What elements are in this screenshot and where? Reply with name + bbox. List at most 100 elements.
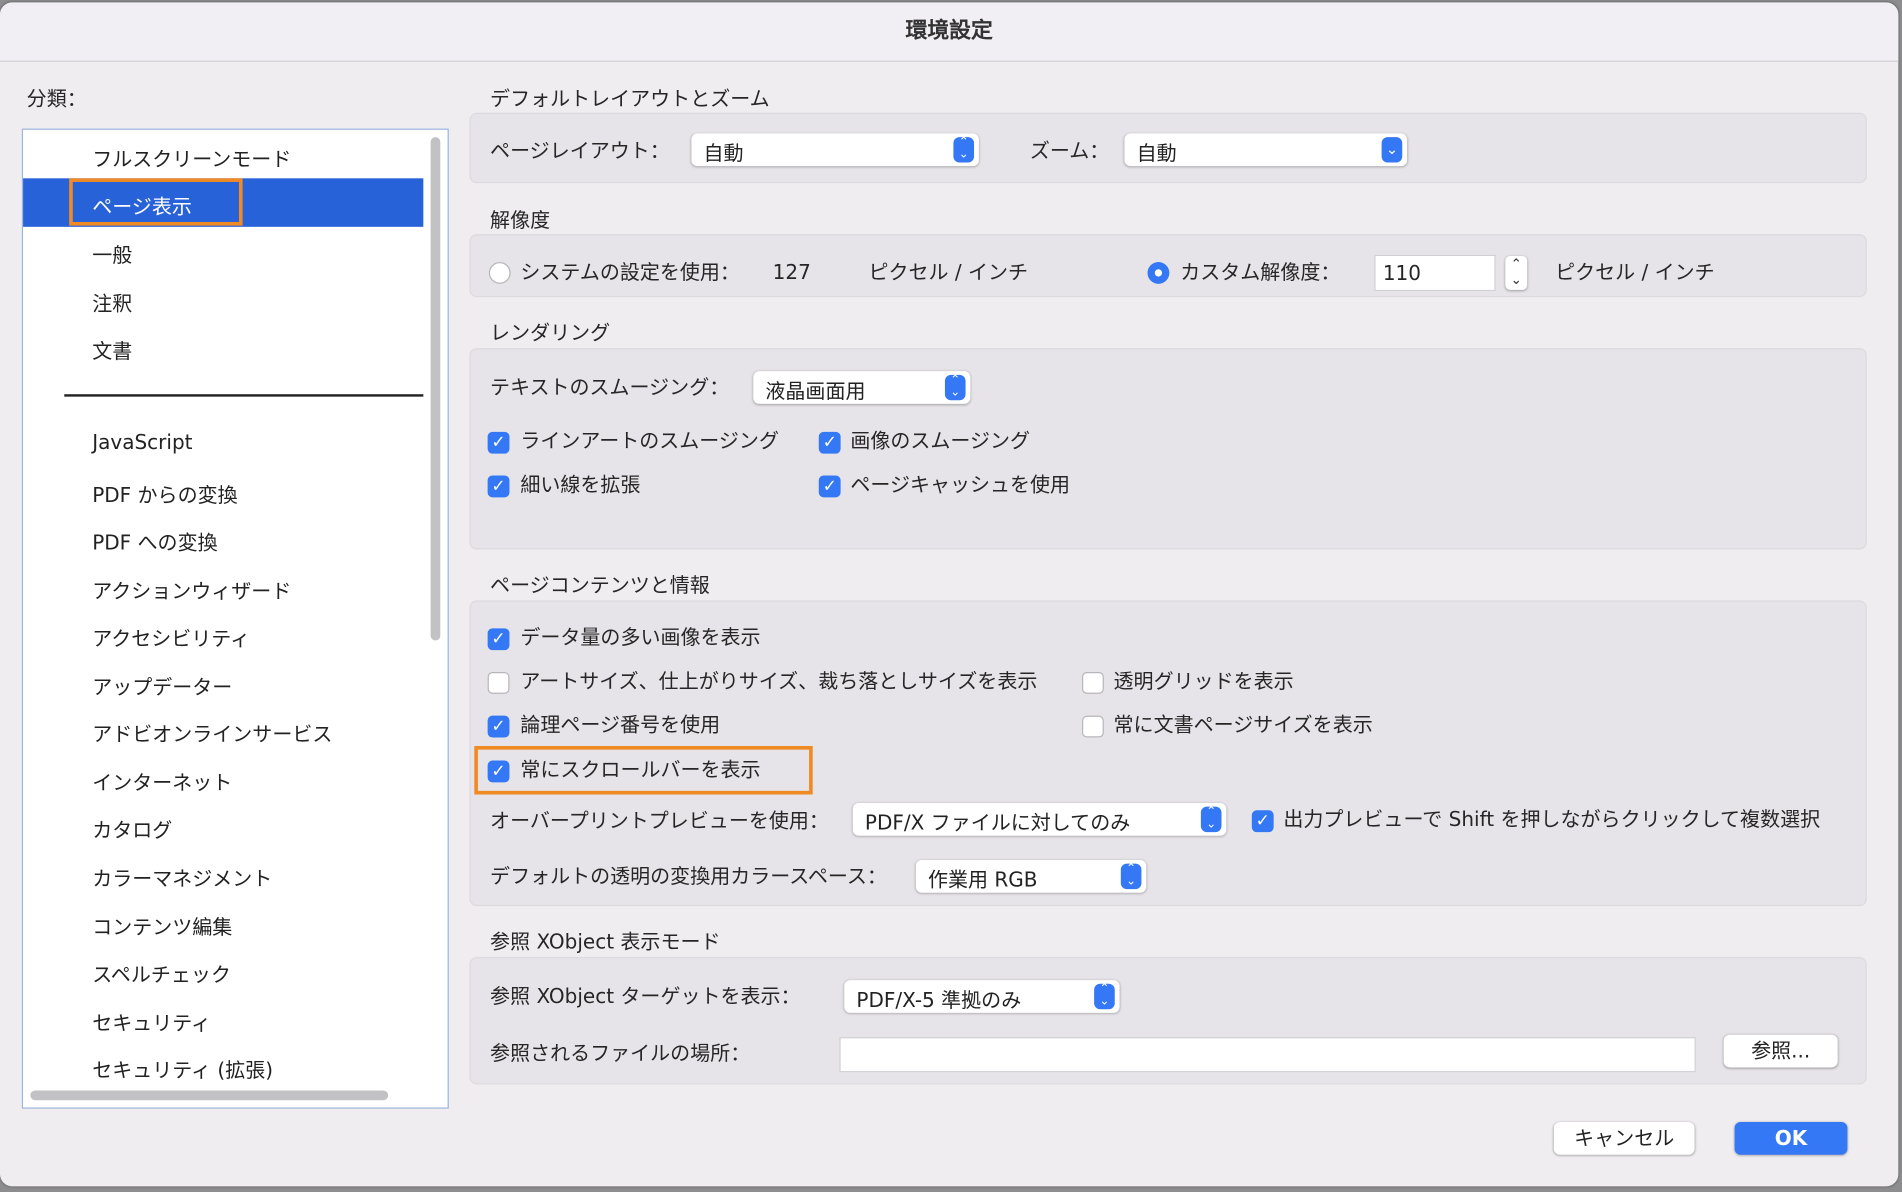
overprint-label: オーバープリントプレビューを使用： (490, 809, 829, 833)
xobject-target-select[interactable]: PDF/X-5 準拠のみ ⌃ ⌄ (844, 980, 1120, 1013)
select-value: 自動 (703, 141, 744, 165)
sidebar-item[interactable]: JavaScript (23, 418, 423, 467)
unit-label: ピクセル / インチ (868, 260, 1029, 284)
page-layout-select[interactable]: 自動 ⌃ ⌄ (691, 133, 979, 167)
text-smoothing-label: テキストのスムージング： (490, 376, 730, 400)
checkbox-label: 細い線を拡張 (520, 473, 641, 497)
file-location-label: 参照されるファイルの場所： (490, 1041, 751, 1066)
item-label: カラーマネジメント (92, 867, 273, 891)
category-list[interactable]: フルスクリーンモード ページ表示 一般 注釈 文書 JavaScript PDF… (21, 128, 449, 1109)
item-label: インターネット (92, 771, 233, 795)
ok-button[interactable]: OK (1734, 1122, 1848, 1155)
custom-resolution-label: カスタム解像度： (1180, 260, 1341, 284)
item-label: スペルチェック (92, 963, 231, 987)
image-smoothing-checkbox[interactable]: ✓ (818, 431, 841, 454)
sidebar-item[interactable]: コンテンツ編集 (23, 899, 423, 948)
cancel-button[interactable]: キャンセル (1553, 1122, 1695, 1155)
art-trim-bleed-checkbox[interactable] (487, 672, 510, 694)
item-label: アップデーター (92, 675, 233, 699)
section-heading-layout: デフォルトレイアウトとズーム (490, 87, 770, 111)
sidebar-item-general[interactable]: 一般 (23, 227, 423, 276)
item-label: PDF からの変換 (92, 483, 238, 508)
chevron-down-icon: ⌄ (1381, 137, 1403, 163)
shift-click-checkbox[interactable]: ✓ (1251, 810, 1274, 833)
lineart-smoothing-checkbox[interactable]: ✓ (487, 431, 510, 454)
select-value: PDF/X ファイルに対してのみ (864, 811, 1131, 835)
select-value: PDF/X-5 準拠のみ (856, 988, 1022, 1012)
zoom-select[interactable]: 自動 ⌄ (1124, 133, 1408, 167)
preferences-dialog: 環境設定 分類： フルスクリーンモード ページ表示 一般 注釈 文書 JavaS… (0, 2, 1899, 1187)
document-page-size-checkbox[interactable] (1081, 715, 1104, 738)
colorspace-select[interactable]: 作業用 RGB ⌃ ⌄ (915, 860, 1147, 893)
text-smoothing-select[interactable]: 液晶画面用 ⌃ ⌄ (753, 371, 971, 404)
sidebar-item[interactable]: アドビオンラインサービス (23, 706, 423, 755)
input-value: 110 (1382, 262, 1422, 286)
section-heading-rendering: レンダリング (490, 321, 611, 345)
sidebar-item-documents[interactable]: 文書 (23, 323, 423, 372)
item-label: JavaScript (92, 430, 193, 454)
highlight-box (69, 178, 243, 226)
sidebar-item[interactable]: アクションウィザード (23, 563, 423, 612)
sidebar-item[interactable]: PDF への変換 (23, 514, 423, 563)
item-label: 文書 (92, 339, 133, 363)
system-resolution-radio[interactable] (488, 262, 511, 284)
colorspace-label: デフォルトの透明の変換用カラースペース： (490, 864, 887, 888)
checkbox-label: 透明グリッドを表示 (1113, 669, 1294, 693)
item-label: フルスクリーンモード (92, 147, 292, 172)
checkbox-label: 常に文書ページサイズを表示 (1113, 713, 1373, 737)
checkbox-label: アートサイズ、仕上がりサイズ、裁ち落としサイズを表示 (520, 669, 1038, 693)
page-cache-checkbox[interactable]: ✓ (818, 475, 841, 498)
sidebar-item[interactable]: セキュリティ (23, 995, 423, 1044)
item-label: 一般 (92, 243, 133, 267)
item-label: コンテンツ編集 (92, 915, 233, 939)
item-label: カタログ (92, 818, 173, 842)
sidebar-item-fullscreen[interactable]: フルスクリーンモード (23, 131, 423, 180)
overprint-select[interactable]: PDF/X ファイルに対してのみ ⌃ ⌄ (852, 803, 1227, 836)
sidebar-item[interactable]: セキュリティ (拡張) (23, 1042, 423, 1091)
category-label: 分類： (26, 87, 87, 111)
sidebar-item-comments[interactable]: 注釈 (23, 275, 423, 324)
resolution-stepper[interactable]: ⌃ ⌄ (1505, 255, 1528, 290)
sidebar-item[interactable]: アップデーター (23, 659, 423, 708)
divider (64, 394, 424, 397)
item-label: アクションウィザード (92, 579, 292, 603)
sidebar-item[interactable]: カラーマネジメント (23, 850, 423, 899)
select-value: 液晶画面用 (765, 379, 866, 403)
sidebar-item[interactable]: インターネット (23, 754, 423, 803)
file-location-input[interactable] (839, 1037, 1696, 1073)
system-resolution-label: システムの設定を使用： (520, 260, 740, 284)
enhance-thin-lines-checkbox[interactable]: ✓ (487, 475, 510, 498)
logical-page-numbers-checkbox[interactable]: ✓ (487, 715, 510, 738)
select-value: 自動 (1136, 141, 1177, 165)
checkbox-label: 画像のスムージング (850, 429, 1031, 453)
transparency-grid-checkbox[interactable] (1081, 672, 1104, 694)
vertical-scrollbar[interactable] (430, 137, 441, 641)
window-title: 環境設定 (905, 18, 993, 44)
checkbox-label: ラインアートのスムージング (520, 429, 779, 453)
sidebar-item[interactable]: スペルチェック (23, 946, 423, 995)
browse-button[interactable]: 参照... (1723, 1034, 1838, 1068)
section-heading-resolution: 解像度 (490, 208, 551, 232)
system-resolution-value: 127 (772, 260, 811, 284)
xobject-target-label: 参照 XObject ターゲットを表示： (490, 984, 801, 1009)
item-label: セキュリティ (拡張) (92, 1058, 274, 1082)
sidebar-item[interactable]: PDF からの変換 (23, 467, 423, 516)
custom-resolution-input[interactable]: 110 (1374, 254, 1496, 292)
sidebar-item[interactable]: カタログ (23, 802, 423, 851)
item-label: 注釈 (92, 292, 133, 316)
item-label: アクセシビリティ (92, 627, 251, 651)
checkbox-label: 論理ページ番号を使用 (520, 713, 721, 737)
page-layout-label: ページレイアウト： (490, 139, 670, 163)
large-images-checkbox[interactable]: ✓ (487, 628, 510, 651)
updown-icon: ⌃ ⌄ (953, 136, 975, 163)
item-label: アドビオンラインサービス (92, 722, 333, 746)
updown-icon: ⌃ ⌄ (944, 374, 966, 401)
custom-resolution-radio[interactable] (1147, 262, 1170, 284)
updown-icon: ⌃ ⌄ (1200, 806, 1222, 833)
highlight-box (474, 745, 813, 795)
item-label: セキュリティ (92, 1011, 212, 1035)
horizontal-scrollbar[interactable] (30, 1090, 389, 1101)
updown-icon: ⌃ ⌄ (1120, 863, 1142, 890)
section-heading-content: ページコンテンツと情報 (490, 573, 710, 597)
sidebar-item[interactable]: アクセシビリティ (23, 610, 423, 659)
